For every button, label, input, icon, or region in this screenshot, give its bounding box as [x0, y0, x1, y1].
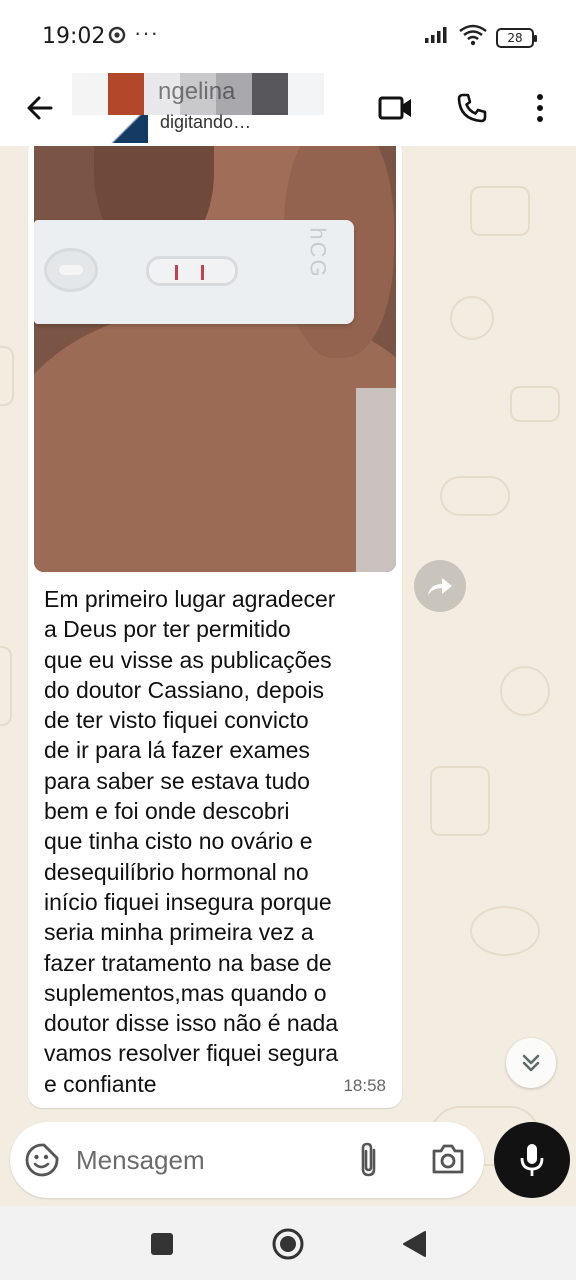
message-line: suplementos,mas quando o	[44, 979, 327, 1006]
test-line	[175, 265, 178, 280]
voice-message-button[interactable]	[494, 1122, 570, 1198]
scroll-to-bottom-button[interactable]	[506, 1038, 556, 1088]
chrome-icon	[108, 26, 126, 49]
mic-icon	[520, 1144, 544, 1176]
message-line: do doutor Cassiano, depois	[44, 676, 325, 703]
notification-dots: ···	[134, 20, 159, 45]
message-line: e confiante	[44, 1070, 157, 1097]
system-nav-bar	[0, 1206, 576, 1280]
forward-button[interactable]	[414, 560, 466, 612]
attach-button[interactable]	[354, 1140, 384, 1185]
message-time: 18:58	[343, 1076, 386, 1095]
back-nav-button[interactable]	[396, 1226, 432, 1262]
message-input[interactable]	[76, 1140, 336, 1180]
message-line: início fiquei insegura porque	[44, 888, 332, 915]
message-line: vamos resolver fiquei segura	[44, 1040, 339, 1067]
chat-header: ngelina digitando…	[0, 70, 576, 146]
attach-icon	[361, 1142, 376, 1177]
status-right-group: 28	[424, 24, 537, 51]
sticker-icon	[25, 1143, 59, 1177]
wallpaper-doodle	[440, 476, 510, 516]
video-call-icon	[378, 96, 411, 120]
triangle-back-icon	[403, 1231, 426, 1257]
avatar-fragment	[108, 115, 148, 143]
photo-background	[356, 388, 396, 572]
message-line: seria minha primeira vez a	[44, 919, 314, 946]
forward-icon	[428, 578, 452, 595]
pregnancy-test-strip: hCG	[34, 220, 354, 324]
contact-name[interactable]: ngelina	[158, 78, 235, 106]
signal-icon	[424, 26, 450, 49]
control-line	[201, 265, 204, 280]
more-options-button[interactable]	[520, 88, 560, 128]
double-chevron-down-icon	[522, 1054, 540, 1072]
message-photo[interactable]: hCG	[34, 146, 396, 572]
camera-icon	[432, 1144, 464, 1174]
message-line: de ter visto fiquei convicto	[44, 707, 309, 734]
home-button[interactable]	[270, 1226, 306, 1262]
wifi-icon	[458, 24, 488, 51]
battery-icon: 28	[496, 27, 537, 48]
back-arrow-icon	[27, 96, 53, 120]
wallpaper-doodle	[0, 646, 12, 726]
wallpaper-doodle	[500, 666, 550, 716]
message-line: fazer tratamento na base de	[44, 949, 332, 976]
wallpaper-doodle	[470, 906, 540, 956]
voice-call-button[interactable]	[452, 88, 492, 128]
back-button[interactable]	[20, 88, 60, 128]
chat-area[interactable]: hCG Em primeiro lugar agradecer a Deus p…	[0, 146, 576, 1206]
more-vert-icon	[537, 94, 543, 122]
recents-button[interactable]	[144, 1226, 180, 1262]
sticker-button[interactable]	[24, 1142, 60, 1183]
message-text: Em primeiro lugar agradecer a Deus por t…	[44, 584, 394, 1099]
circle-home-icon	[272, 1228, 304, 1260]
message-line: que eu visse as publicações	[44, 646, 332, 673]
wallpaper-doodle	[0, 346, 14, 406]
sample-well	[44, 248, 98, 292]
wallpaper-doodle	[470, 186, 530, 236]
phone-icon	[457, 93, 487, 123]
message-line: Em primeiro lugar agradecer	[44, 586, 336, 612]
strip-label: hCG	[305, 227, 331, 279]
message-line: que tinha cisto no ovário e	[44, 828, 313, 855]
contact-status: digitando…	[160, 112, 252, 132]
video-call-button[interactable]	[376, 88, 416, 128]
message-line: de ir para lá fazer exames	[44, 737, 310, 764]
wallpaper-doodle	[430, 766, 490, 836]
status-time: 19:02	[42, 24, 106, 49]
message-line: doutor disse isso não é nada	[44, 1010, 339, 1037]
wallpaper-doodle	[510, 386, 560, 422]
square-icon	[151, 1233, 173, 1255]
wallpaper-doodle	[450, 296, 494, 340]
composer-bar	[10, 1122, 484, 1198]
status-bar: 19:02 ··· 28	[0, 0, 576, 70]
message-line: bem e foi onde descobri	[44, 798, 290, 825]
camera-button[interactable]	[430, 1142, 466, 1181]
result-window	[146, 256, 238, 286]
message-bubble[interactable]: hCG Em primeiro lugar agradecer a Deus p…	[28, 146, 402, 1108]
message-line: a Deus por ter permitido	[44, 616, 291, 643]
message-line: desequilíbrio hormonal no	[44, 858, 309, 885]
message-line: para saber se estava tudo	[44, 767, 310, 794]
